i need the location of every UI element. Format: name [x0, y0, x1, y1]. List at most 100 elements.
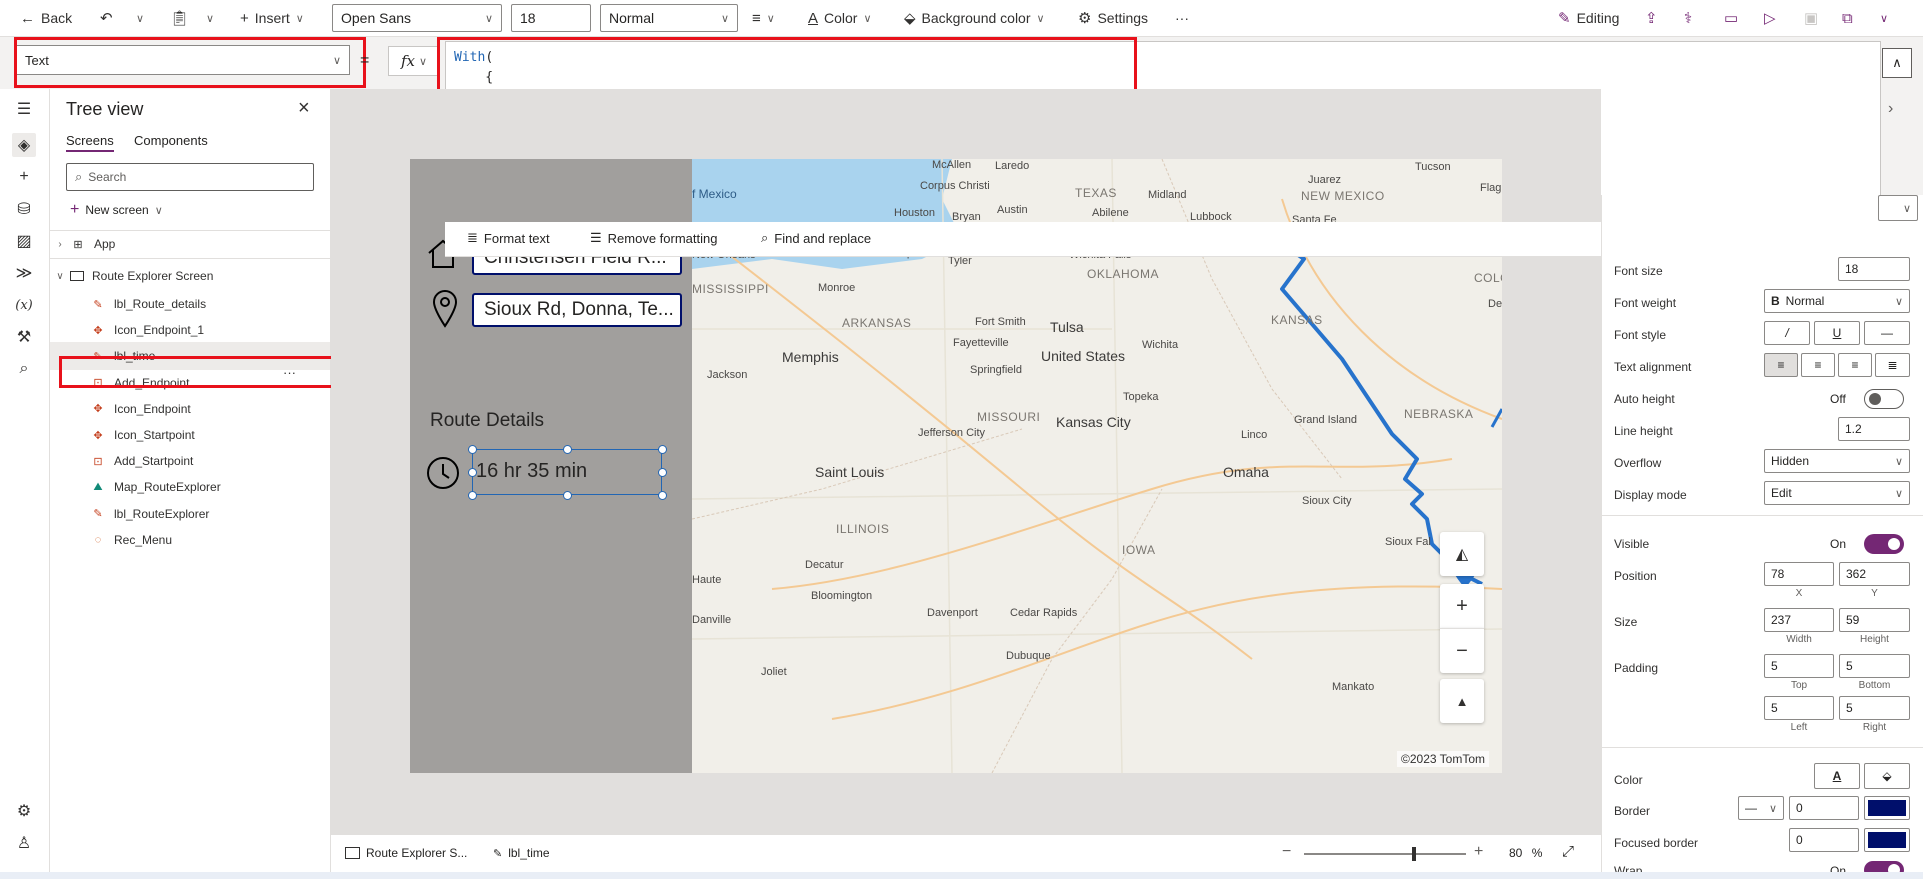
overflow-select[interactable]: Hidden ∨ [1764, 449, 1910, 473]
zoom-slider[interactable] [1304, 847, 1466, 861]
undo-menu-button[interactable]: ∨ [136, 0, 144, 36]
clock-icon[interactable] [426, 456, 460, 490]
collapsed-dropdown[interactable]: ∨ [1878, 195, 1918, 221]
tree-item-lbl-route-details[interactable]: ✎ lbl_Route_details [50, 290, 330, 318]
hamburger-icon[interactable]: ☰ [12, 97, 36, 121]
paste-button[interactable]: 📋︎ [170, 0, 189, 36]
paste-menu-button[interactable]: ∨ [206, 0, 214, 36]
tree-item-map-routeexplorer[interactable]: ⛰ Map_RouteExplorer [50, 473, 330, 501]
variables-icon[interactable]: (x) [12, 293, 36, 317]
remove-formatting-button[interactable]: ☰ Remove formatting [590, 230, 717, 246]
tree-item-icon-endpoint-1[interactable]: ✥ Icon_Endpoint_1 [50, 316, 330, 344]
zoom-out-button[interactable]: − [1440, 628, 1484, 673]
color-button[interactable]: A Color ∨ [808, 0, 872, 36]
insert-icon[interactable]: + [12, 165, 36, 189]
power-automate-icon[interactable]: ≫ [12, 261, 36, 285]
font-weight-select[interactable]: B Normal ∨ [1764, 289, 1910, 313]
italic-button[interactable]: / [1764, 321, 1810, 345]
new-screen-button[interactable]: + New screen ∨ [70, 201, 163, 219]
chevron-right-icon[interactable]: › [1888, 100, 1893, 118]
font-size-input[interactable]: 18 [511, 4, 591, 32]
layers-icon[interactable]: ◈ [12, 133, 36, 157]
end-point-button[interactable]: Sioux Rd, Donna, Te... [472, 293, 682, 327]
border-color-button[interactable] [1864, 796, 1910, 820]
back-button[interactable]: ← Back [20, 0, 72, 36]
tree-item-app[interactable]: › ⊞ App [50, 230, 330, 258]
height-input[interactable]: 59 [1839, 608, 1910, 632]
font-size-input[interactable]: 18 [1838, 257, 1910, 281]
fill-color-button[interactable]: ⬙ [1864, 763, 1910, 789]
search-icon[interactable]: ⌕ [12, 357, 36, 381]
close-icon[interactable]: × [298, 97, 310, 120]
media-icon[interactable]: ▨ [12, 229, 36, 253]
more-button[interactable]: ··· [1175, 0, 1189, 36]
font-weight-select[interactable]: Normal ∨ [600, 4, 738, 32]
format-text-button[interactable]: ≣ Format text [467, 230, 550, 246]
share-button[interactable]: ⇪ [1645, 0, 1658, 36]
zoom-slider-thumb[interactable] [1412, 847, 1417, 861]
align-right-button[interactable]: ≡ [1838, 353, 1872, 377]
padding-top-input[interactable]: 5 [1764, 654, 1834, 678]
undo-button[interactable]: ↶ [100, 0, 113, 36]
tree-item-lbl-routeexplorer[interactable]: ✎ lbl_RouteExplorer [50, 500, 330, 528]
align-left-button[interactable]: ≡ [1764, 353, 1798, 377]
width-input[interactable]: 237 [1764, 608, 1834, 632]
data-icon[interactable]: ⛁ [12, 197, 36, 221]
zoom-percent[interactable]: 80 % [1509, 846, 1542, 860]
align-center-button[interactable]: ≡ [1801, 353, 1835, 377]
zoom-out-icon[interactable]: − [1282, 843, 1291, 861]
resize-handle[interactable] [658, 491, 667, 500]
preview-button[interactable]: ▷ [1764, 0, 1776, 36]
publish-menu-button[interactable]: ∨ [1880, 0, 1888, 36]
alignment-button[interactable]: ≡ ∨ [752, 0, 775, 36]
publish-button[interactable]: ⧉ [1842, 0, 1853, 36]
insert-button[interactable]: + Insert ∨ [240, 0, 304, 36]
display-mode-select[interactable]: Edit ∨ [1764, 481, 1910, 505]
resize-handle[interactable] [468, 468, 477, 477]
resize-handle[interactable] [468, 491, 477, 500]
border-width-input[interactable]: 0 [1789, 796, 1859, 820]
position-y-input[interactable]: 362 [1839, 562, 1910, 586]
tree-item-rec-menu[interactable]: ◌ Rec_Menu [50, 526, 330, 554]
resize-handle[interactable] [468, 445, 477, 454]
position-x-input[interactable]: 78 [1764, 562, 1834, 586]
resize-handle[interactable] [563, 491, 572, 500]
tools-icon[interactable]: ⚒ [12, 325, 36, 349]
settings-gear-icon[interactable]: ⚙ [12, 799, 36, 823]
property-select[interactable]: Text ∨ [16, 45, 350, 75]
fit-to-window-icon[interactable]: ⤢ [1562, 843, 1574, 860]
collapse-formula-button[interactable]: ∧ [1882, 48, 1912, 78]
fx-button[interactable]: fx ∨ [388, 46, 440, 76]
editing-button[interactable]: ✎ Editing [1558, 0, 1619, 36]
resize-handle[interactable] [658, 445, 667, 454]
visible-toggle[interactable] [1864, 534, 1904, 554]
control-breadcrumb[interactable]: ✎ lbl_time [493, 846, 550, 860]
background-color-button[interactable]: ⬙ Background color ∨ [904, 0, 1045, 36]
search-input[interactable]: ⌕ Search [66, 163, 314, 191]
tab-components[interactable]: Components [134, 133, 208, 148]
compass-button[interactable]: ◭ [1440, 532, 1484, 576]
focused-border-color-button[interactable] [1864, 828, 1910, 852]
resize-handle[interactable] [563, 445, 572, 454]
padding-right-input[interactable]: 5 [1839, 696, 1910, 720]
font-family-select[interactable]: Open Sans ∨ [332, 4, 502, 32]
border-style-select[interactable]: — ∨ [1738, 796, 1784, 820]
tree-item-add-startpoint[interactable]: ⊡ Add_Startpoint [50, 447, 330, 475]
tree-item-icon-endpoint[interactable]: ✥ Icon_Endpoint [50, 395, 330, 423]
tree-item-icon-startpoint[interactable]: ✥ Icon_Startpoint [50, 421, 330, 449]
more-options-icon[interactable]: ··· [283, 365, 296, 380]
pitch-button[interactable]: ▲ [1440, 679, 1484, 723]
auto-height-toggle[interactable] [1864, 389, 1904, 409]
time-label[interactable]: 16 hr 35 min [472, 449, 662, 495]
settings-button[interactable]: ⚙ Settings [1078, 0, 1148, 36]
zoom-in-button[interactable]: + [1440, 584, 1484, 628]
strikethrough-button[interactable]: — [1864, 321, 1910, 345]
resize-handle[interactable] [658, 468, 667, 477]
comments-button[interactable]: ▭ [1724, 0, 1738, 36]
text-color-button[interactable]: A [1814, 763, 1860, 789]
padding-left-input[interactable]: 5 [1764, 696, 1834, 720]
screen-breadcrumb[interactable]: Route Explorer S... [345, 846, 467, 860]
tab-screens[interactable]: Screens [66, 133, 114, 152]
location-pin-icon[interactable] [432, 290, 458, 328]
underline-button[interactable]: U [1814, 321, 1860, 345]
